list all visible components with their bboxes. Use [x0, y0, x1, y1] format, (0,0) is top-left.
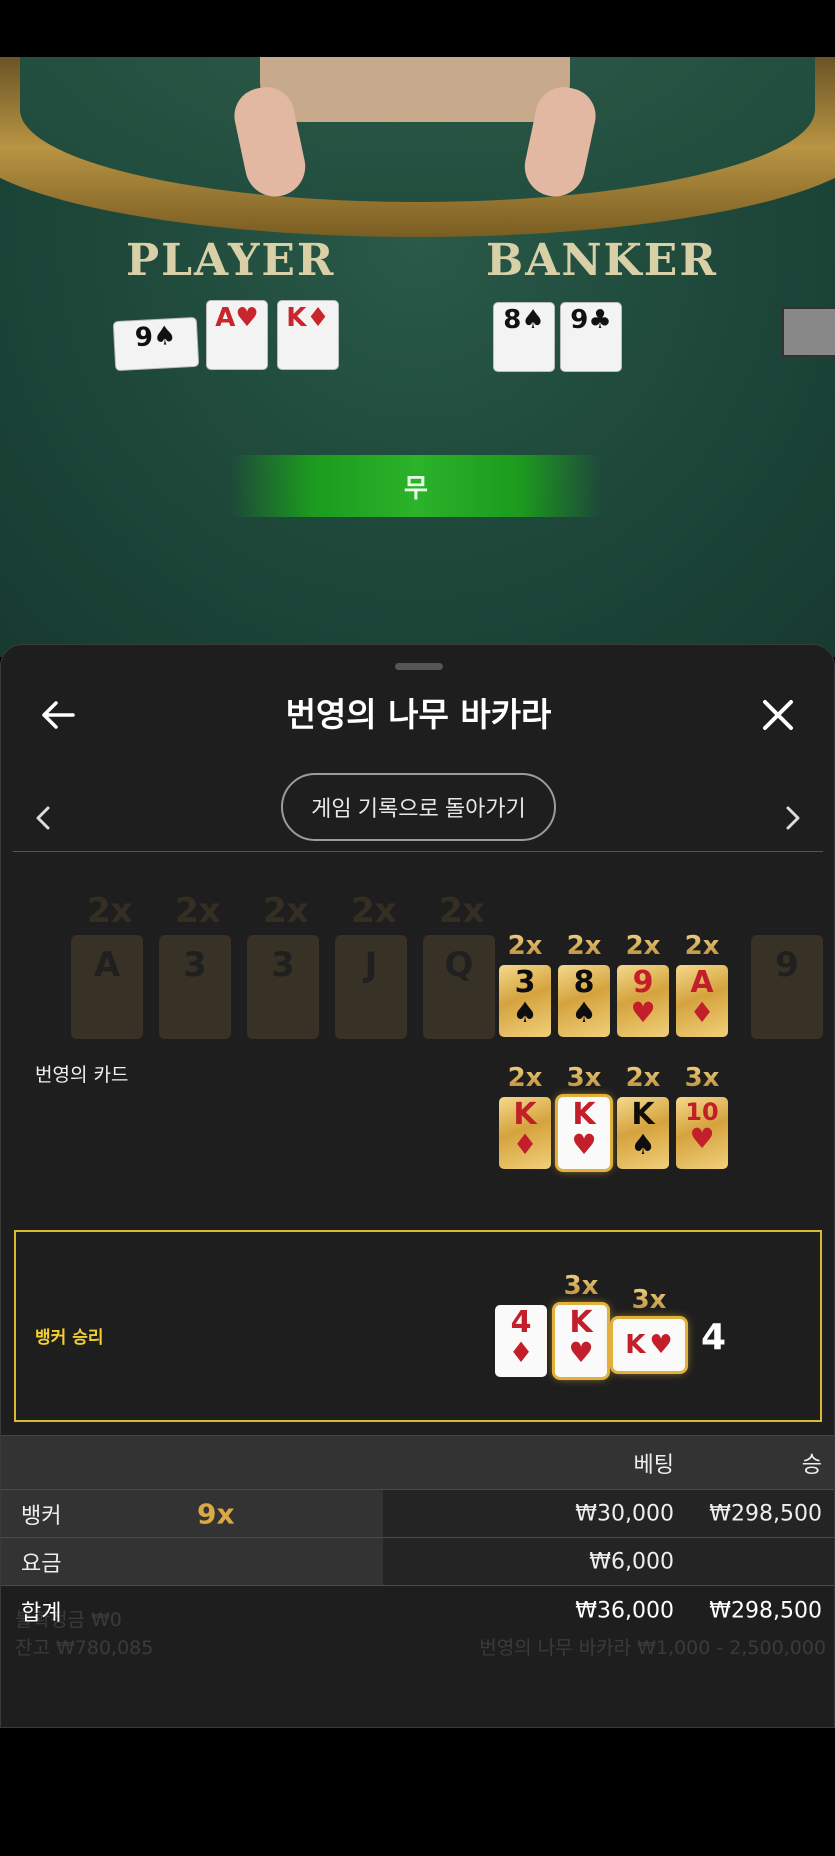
game-detail-sheet: 번영의 나무 바카라 게임 기록으로 돌아가기 2x A 2x 3 2x 3 2… — [0, 644, 835, 1728]
bet-name: 뱅커 — [21, 1503, 62, 1529]
lucky-card: K ♠ — [617, 1097, 669, 1169]
ghost-balance: 잔고 ₩780,085 — [15, 1637, 154, 1659]
lucky-card-rank: 10 — [685, 1098, 719, 1126]
winning-card-suit: ♦ — [508, 1336, 534, 1369]
lucky-card-rank: K — [631, 1097, 655, 1132]
player-card-2-rank: A — [215, 303, 236, 333]
player-card-2-suit: ♥ — [235, 303, 259, 333]
winning-sidecard-mult: 3x — [623, 1285, 675, 1315]
total-win: ₩298,500 — [709, 1598, 822, 1623]
lucky-card: 10 ♥ — [676, 1097, 728, 1169]
lucky-card-mult: 2x — [617, 931, 669, 961]
player-card-2: A ♥ — [206, 300, 268, 370]
lucky-card-rank: K — [513, 1097, 537, 1132]
banker-card-1-rank: 8 — [503, 305, 522, 335]
winning-sidecard-suit: ♥ — [649, 1330, 673, 1360]
lucky-card-suit: ♥ — [571, 1128, 597, 1161]
lucky-card-mult: 3x — [676, 1063, 728, 1093]
winning-hand-side-card: K ♥ — [613, 1319, 685, 1371]
bet-amount: ₩6,000 — [589, 1549, 674, 1574]
banker-card-2-rank: 9 — [570, 305, 589, 335]
lucky-card-suit: ♦ — [689, 996, 715, 1029]
win-amount: ₩298,500 — [709, 1501, 822, 1526]
lucky-card-suit: ♦ — [512, 1128, 538, 1161]
lucky-card-mult: 2x — [676, 931, 728, 961]
bet-multiplier: 9x — [197, 1497, 235, 1530]
lucky-card-mult: 2x — [617, 1063, 669, 1093]
bet-total-row: 합계 ₩36,000 ₩298,500 — [1, 1585, 834, 1635]
banker-card-2-suit: ♣ — [588, 305, 612, 335]
winning-hand-label: 뱅커 승리 — [35, 1328, 104, 1348]
lucky-card-rank: K — [572, 1097, 596, 1132]
lucky-card-suit: ♠ — [630, 1128, 656, 1161]
win-column-header: 승 — [801, 1452, 822, 1478]
back-to-history-button[interactable]: 게임 기록으로 돌아가기 — [281, 773, 556, 841]
close-button[interactable] — [753, 690, 803, 740]
winning-card-rank: 4 — [510, 1305, 532, 1340]
lucky-card-rank: A — [690, 965, 714, 1000]
winning-sidecard-rank: K — [625, 1330, 646, 1360]
chevron-left-icon — [36, 806, 50, 830]
bet-table: 베팅 승 뱅커 9x ₩30,000 ₩298,500 요금 ₩6,000 합계… — [1, 1435, 834, 1635]
ghost-table-limits: 번영의 나무 바카라 ₩1,000 - 2,500,000 — [479, 1637, 826, 1659]
lucky-card-mult: 2x — [558, 931, 610, 961]
sheet-title: 번영의 나무 바카라 — [285, 695, 552, 734]
lucky-card: A ♦ — [676, 965, 728, 1037]
lucky-card-suit: ♠ — [512, 996, 538, 1029]
bet-row: 요금 ₩6,000 — [1, 1537, 834, 1585]
sheet-drag-handle[interactable] — [395, 663, 443, 670]
lucky-cards-label: 번영의 카드 — [35, 1064, 129, 1086]
lucky-card-suit: ♥ — [630, 996, 656, 1029]
next-game-button[interactable] — [767, 793, 817, 843]
player-card-3-suit: ♦ — [306, 303, 330, 333]
total-bet: ₩36,000 — [575, 1598, 674, 1623]
player-card-1: 9 ♠ — [112, 316, 200, 372]
lucky-card-highlighted: K ♥ — [558, 1097, 610, 1169]
lucky-card: 9 ♥ — [617, 965, 669, 1037]
lucky-card-suit: ♥ — [689, 1122, 715, 1155]
winning-hand-total: 4 — [701, 1317, 727, 1358]
bet-name: 요금 — [21, 1551, 62, 1577]
card-shoe — [782, 307, 835, 357]
winning-card-suit: ♥ — [568, 1336, 594, 1369]
bet-column-header: 베팅 — [633, 1452, 674, 1478]
ghost-pending-amount: 불확정금 ₩0 — [15, 1609, 122, 1631]
live-table-video: PLAYER BANKER 9 ♠ A ♥ K ♦ 8 ♠ 9 ♣ 무 — [0, 57, 835, 657]
bet-table-header: 베팅 승 — [1, 1435, 834, 1489]
player-side-label: PLAYER — [126, 235, 336, 286]
banker-card-1-suit: ♠ — [521, 305, 545, 335]
bet-row: 뱅커 9x ₩30,000 ₩298,500 — [1, 1489, 834, 1537]
lucky-card: 8 ♠ — [558, 965, 610, 1037]
player-card-1-rank: 9 — [134, 322, 154, 354]
close-icon — [763, 700, 793, 730]
lucky-card-mult: 2x — [499, 1063, 551, 1093]
dealer — [200, 57, 630, 207]
lucky-card-mult: 2x — [499, 931, 551, 961]
lucky-card-rank: 9 — [632, 965, 654, 1000]
winning-card-rank: K — [569, 1305, 593, 1340]
bet-amount: ₩30,000 — [575, 1501, 674, 1526]
player-card-3: K ♦ — [277, 300, 339, 370]
lucky-card-rank: 8 — [573, 965, 595, 1000]
lucky-card-suit: ♠ — [571, 996, 597, 1029]
banker-card-2: 9 ♣ — [560, 302, 622, 372]
banker-side-label: BANKER — [486, 235, 718, 286]
chevron-right-icon — [786, 806, 800, 830]
lucky-card-mult: 3x — [558, 1063, 610, 1093]
winning-hand-card: 4 ♦ — [495, 1305, 547, 1377]
winning-hand-card: K ♥ — [555, 1305, 607, 1377]
lucky-card-rank: 3 — [514, 965, 536, 1000]
winning-card-mult: 3x — [555, 1271, 607, 1301]
banker-card-1: 8 ♠ — [493, 302, 555, 372]
player-card-3-rank: K — [286, 303, 307, 333]
header-divider — [13, 851, 823, 852]
lucky-card: K ♦ — [499, 1097, 551, 1169]
lucky-card: 3 ♠ — [499, 965, 551, 1037]
result-banner: 무 — [230, 455, 602, 517]
previous-game-button[interactable] — [19, 793, 69, 843]
player-card-1-suit: ♠ — [152, 320, 178, 353]
dealer-torso — [260, 57, 570, 122]
